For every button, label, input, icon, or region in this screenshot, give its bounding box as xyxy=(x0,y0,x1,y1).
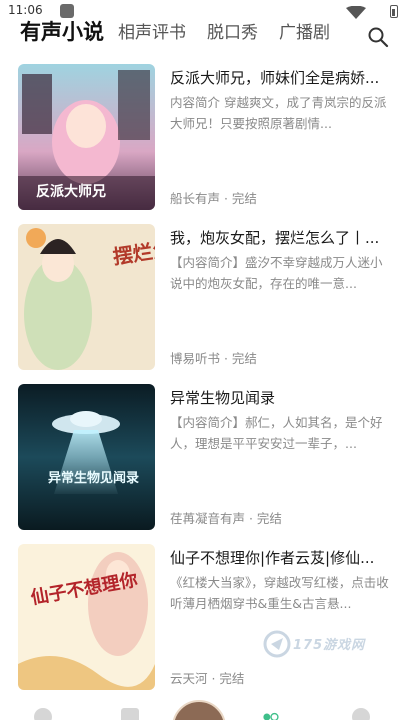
book-title: 仙子不想理你|作者云芨|修仙... xyxy=(170,549,375,567)
nav-category-icon[interactable] xyxy=(121,708,139,720)
book-cover[interactable]: 反派大师兄 xyxy=(18,64,155,210)
watermark-text: 175游戏网 xyxy=(293,638,366,653)
nav-home-icon[interactable] xyxy=(34,708,52,720)
list-item[interactable]: 异常生物见闻录 异常生物见闻录 【内容简介】郝仁，人如其名，是个好人，理想是平平… xyxy=(0,382,405,532)
book-cover[interactable]: 摆烂怎么了 炮灰女配 xyxy=(18,224,155,370)
book-cover[interactable]: 仙子不想理你 xyxy=(18,544,155,690)
watermark: 175游戏网 xyxy=(263,630,364,660)
book-title: 异常生物见闻录 xyxy=(170,389,276,407)
book-cover[interactable]: 异常生物见闻录 xyxy=(18,384,155,530)
book-meta: 船长有声 · 完结 xyxy=(170,191,257,206)
list-item[interactable]: 仙子不想理你 仙子不想理你|作者云芨|修仙... 《红楼大当家》，穿越改写红楼，… xyxy=(0,542,405,692)
book-title: 反派大师兄，师妹们全是病娇... xyxy=(170,69,380,87)
book-meta: 荏苒凝音有声 · 完结 xyxy=(170,511,282,526)
cover-title: 反派大师兄 xyxy=(36,183,106,200)
watermark-logo-icon xyxy=(263,630,291,658)
nav-profile-icon[interactable] xyxy=(352,708,370,720)
list-item[interactable]: 反派大师兄 反派大师兄，师妹们全是病娇... 内容简介 穿越爽文，成了青岚宗的反… xyxy=(0,62,405,212)
book-description: 【内容简介】盛汐不幸穿越成万人迷小说中的炮灰女配，存在的唯一意... xyxy=(170,255,383,291)
book-meta: 博易听书 · 完结 xyxy=(170,351,257,366)
bottom-nav xyxy=(0,700,405,720)
tab-crosstalk[interactable]: 相声评书 xyxy=(118,18,186,43)
tab-radio-drama[interactable]: 广播剧 xyxy=(279,18,330,43)
book-meta: 云天河 · 完结 xyxy=(170,671,245,686)
book-description: 内容简介 穿越爽文，成了青岚宗的反派大师兄！只要按照原著剧情... xyxy=(170,95,387,131)
tab-audio-novel[interactable]: 有声小说 xyxy=(20,16,104,46)
category-tabs: 有声小说 相声评书 脱口秀 广播剧 xyxy=(0,10,405,50)
book-description: 《红楼大当家》，穿越改写红楼，点击收听薄月栖烟穿书&重生&古言悬... xyxy=(170,575,389,611)
tab-talk-show[interactable]: 脱口秀 xyxy=(207,18,258,43)
nav-listen-icon[interactable] xyxy=(262,708,280,720)
book-title: 我，炮灰女配，摆烂怎么了丨... xyxy=(170,229,380,247)
book-description: 【内容简介】郝仁，人如其名，是个好人，理想是平平安安过一辈子，... xyxy=(170,415,383,451)
cover-title: 异常生物见闻录 xyxy=(48,470,139,486)
nav-play-icon[interactable] xyxy=(172,700,226,720)
search-icon[interactable] xyxy=(367,26,389,48)
list-item[interactable]: 摆烂怎么了 炮灰女配 我，炮灰女配，摆烂怎么了丨... 【内容简介】盛汐不幸穿越… xyxy=(0,222,405,372)
